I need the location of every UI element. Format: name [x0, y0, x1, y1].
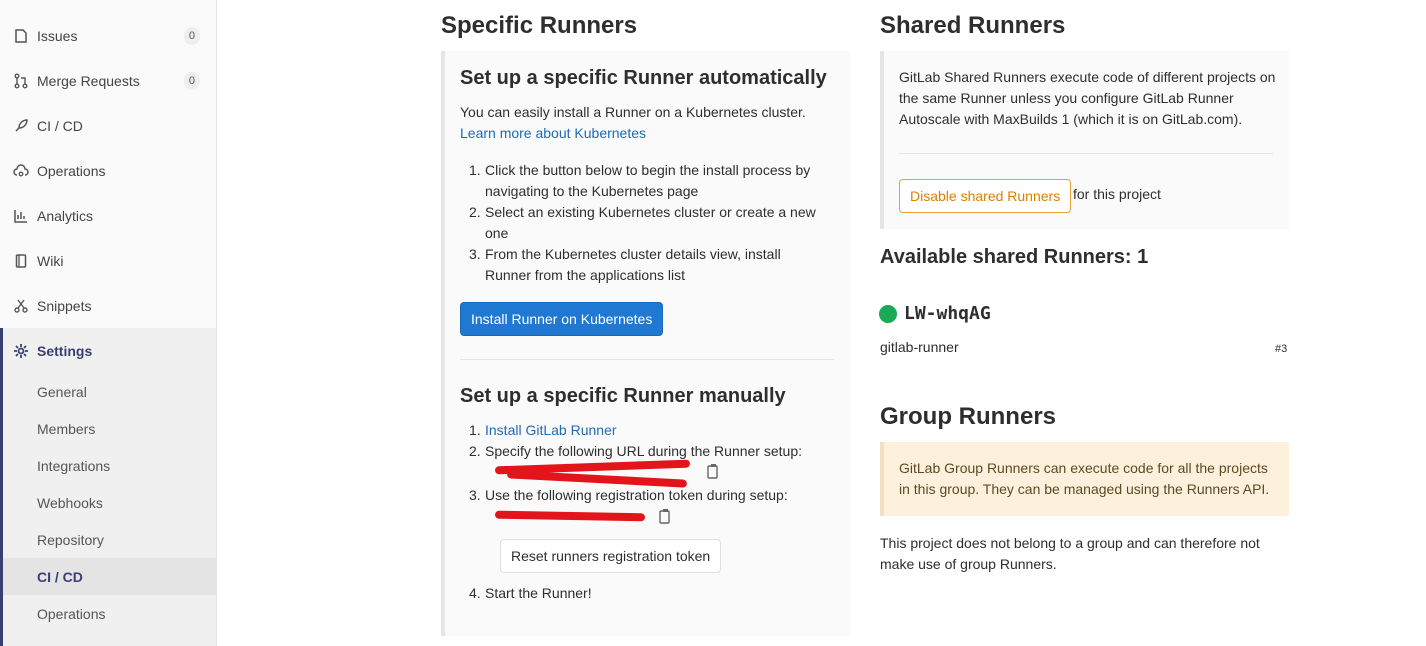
sidebar-item-ci-cd[interactable]: CI / CD — [0, 103, 216, 148]
issues-count-badge: 0 — [183, 26, 200, 45]
settings-sub-operations[interactable]: Operations — [3, 595, 216, 632]
scissors-icon — [12, 297, 30, 315]
runner-description: gitlab-runner — [880, 339, 959, 355]
group-runners-panel: GitLab Group Runners can execute code fo… — [880, 442, 1289, 516]
manual-setup-title: Set up a specific Runner manually — [460, 385, 786, 407]
auto-setup-title: Set up a specific Runner automatically — [460, 67, 827, 89]
auto-step-3: 3. From the Kubernetes cluster details vi… — [469, 246, 781, 283]
sidebar-item-settings[interactable]: Settings — [3, 328, 216, 373]
sidebar-item-analytics[interactable]: Analytics — [0, 193, 216, 238]
rocket-icon — [12, 117, 30, 135]
chart-icon — [12, 207, 30, 225]
for-this-project-text: for this project — [1073, 186, 1161, 202]
group-runners-title: Group Runners — [880, 403, 1057, 430]
copy-token-icon[interactable] — [659, 508, 673, 524]
sidebar-item-label: Issues — [37, 27, 78, 44]
gear-icon — [12, 342, 30, 360]
auto-step-1: 1. Click the button below to begin the in… — [469, 162, 811, 199]
divider — [899, 153, 1273, 154]
shared-runners-description: GitLab Shared Runners execute code of di… — [899, 69, 1276, 127]
settings-sub-members[interactable]: Members — [3, 410, 216, 447]
specific-runners-title: Specific Runners — [441, 12, 638, 39]
sidebar-item-label: Wiki — [37, 252, 64, 269]
reset-registration-token-button[interactable]: Reset runners registration token — [500, 539, 722, 573]
disable-shared-runners-button[interactable]: Disable shared Runners — [899, 179, 1072, 213]
book-icon — [12, 252, 30, 270]
sidebar-item-label: Snippets — [37, 297, 92, 314]
issues-icon — [12, 27, 30, 45]
shared-runners-panel: GitLab Shared Runners execute code of di… — [880, 51, 1289, 229]
cloud-gear-icon — [12, 162, 30, 180]
group-runners-note: This project does not belong to a group … — [880, 535, 1260, 572]
runner-status-icon — [879, 305, 897, 323]
manual-step-3: 3. Use the following registration token d… — [469, 487, 788, 503]
manual-step-4: 4. Start the Runner! — [469, 585, 592, 601]
settings-sub-webhooks[interactable]: Webhooks — [3, 484, 216, 521]
auto-step-2: 2. Select an existing Kubernetes cluster … — [469, 204, 816, 241]
sidebar: Issues 0 Merge Requests 0 CI / CD Operat… — [0, 0, 217, 646]
shared-runners-title: Shared Runners — [880, 12, 1066, 39]
sidebar-item-label: Analytics — [37, 207, 94, 224]
group-runners-description: GitLab Group Runners can execute code fo… — [899, 460, 1270, 497]
divider — [460, 359, 834, 360]
settings-section: Settings General Members Integrations We… — [0, 328, 216, 646]
available-shared-runners-title: Available shared Runners: 1 — [880, 246, 1149, 268]
copy-url-icon[interactable] — [707, 463, 721, 479]
runner-name[interactable]: LW-whqAG — [904, 303, 991, 324]
sidebar-item-operations[interactable]: Operations — [0, 148, 216, 193]
install-runner-kubernetes-button[interactable]: Install Runner on Kubernetes — [460, 302, 664, 336]
auto-setup-intro: You can easily install a Runner on a Kub… — [460, 104, 806, 120]
sidebar-item-snippets[interactable]: Snippets — [0, 283, 216, 328]
settings-sub-integrations[interactable]: Integrations — [3, 447, 216, 484]
manual-step-2: 2. Specify the following URL during the R… — [469, 443, 802, 459]
install-gitlab-runner-link[interactable]: Install GitLab Runner — [485, 422, 617, 438]
sidebar-item-label: Settings — [37, 342, 93, 359]
sidebar-item-label: CI / CD — [37, 117, 83, 134]
specific-runners-panel: Set up a specific Runner automatically Y… — [441, 51, 850, 636]
manual-step-1: 1. Install GitLab Runner — [469, 422, 617, 438]
settings-sub-repository[interactable]: Repository — [3, 521, 216, 558]
merge-request-icon — [12, 72, 30, 90]
settings-sub-ci-cd[interactable]: CI / CD — [3, 558, 216, 595]
sidebar-item-wiki[interactable]: Wiki — [0, 238, 216, 283]
learn-kubernetes-link[interactable]: Learn more about Kubernetes — [460, 123, 646, 144]
sidebar-item-label: Merge Requests — [37, 72, 140, 89]
sidebar-item-merge-requests[interactable]: Merge Requests 0 — [0, 58, 216, 103]
sidebar-item-label: Operations — [37, 162, 106, 179]
sidebar-item-issues[interactable]: Issues 0 — [0, 13, 216, 58]
runner-id: #3 — [1275, 343, 1288, 355]
settings-sub-general[interactable]: General — [3, 373, 216, 410]
merge-requests-count-badge: 0 — [183, 71, 200, 90]
redacted-token — [494, 510, 646, 522]
